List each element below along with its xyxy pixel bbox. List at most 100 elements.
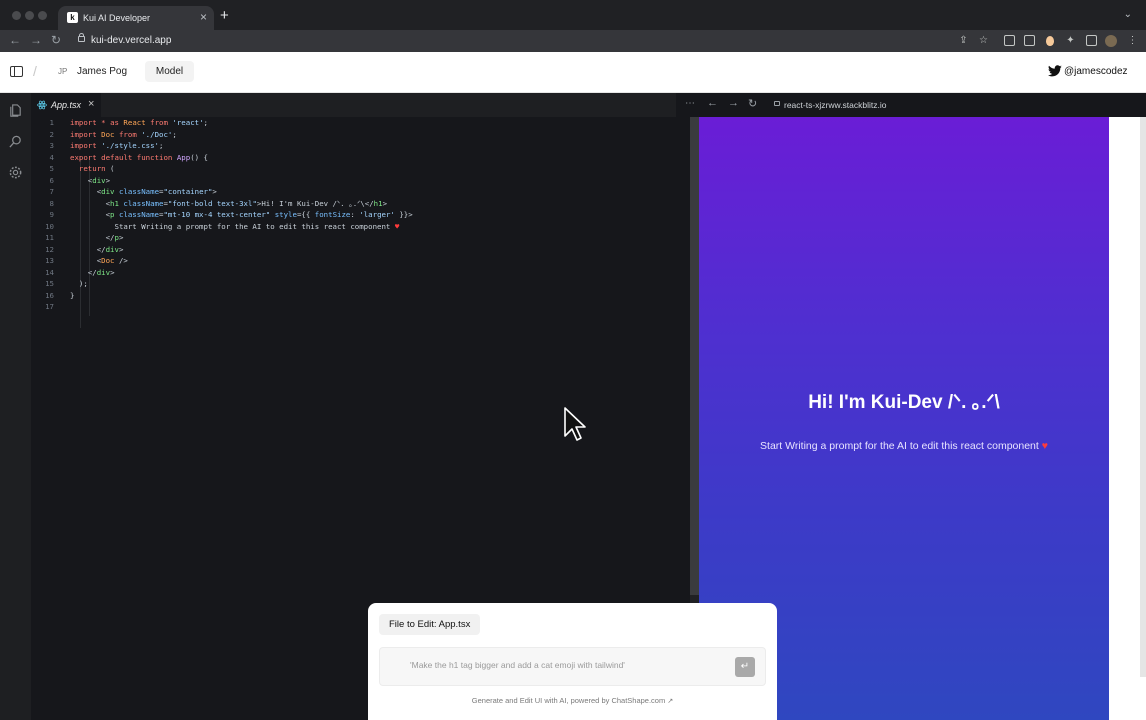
- code-line: 16}: [31, 290, 690, 302]
- chrome-menu-icon[interactable]: ⋮: [1127, 35, 1138, 46]
- external-link-icon: ↗: [667, 698, 674, 705]
- line-number: 12: [45, 244, 54, 254]
- preview-title: Hi! I'm Kui-Dev /ᐠ. ｡.ᐟ\: [808, 392, 1000, 413]
- reload-icon[interactable]: ↻: [51, 33, 61, 47]
- code-line: 9 <p className="mt-10 mx-4 text-center" …: [31, 209, 690, 221]
- tab-search-icon[interactable]: ⌄: [1124, 9, 1132, 20]
- code-line: 14 </div>: [31, 267, 690, 279]
- line-number: 3: [49, 141, 54, 150]
- profile-avatar[interactable]: [1105, 35, 1117, 47]
- tab-favicon-icon: k: [67, 12, 78, 23]
- line-number: 4: [49, 152, 54, 162]
- prompt-box: ↵: [379, 647, 766, 686]
- code-line: 8 <h1 className="font-bold text-3xl">Hi!…: [31, 198, 690, 210]
- close-window-icon[interactable]: [12, 11, 21, 20]
- line-number: 15: [45, 279, 54, 288]
- twitter-link[interactable]: @jamescodez: [1042, 62, 1132, 83]
- line-number: 8: [49, 198, 54, 208]
- twitter-icon: [1048, 65, 1062, 77]
- file-to-edit-chip[interactable]: File to Edit: App.tsx: [379, 614, 481, 635]
- user-avatar: JP: [58, 67, 68, 76]
- extension-egg-icon[interactable]: [1046, 36, 1054, 46]
- prompt-footer: Generate and Edit UI with AI, powered by…: [368, 696, 777, 705]
- preview-forward-icon[interactable]: →: [728, 97, 739, 109]
- preview-subtitle: Start Writing a prompt for the AI to edi…: [699, 440, 1109, 452]
- sidepanel-icon[interactable]: [1086, 35, 1097, 46]
- code-line: 17: [31, 301, 690, 313]
- address-bar[interactable]: kui-dev.vercel.app: [91, 35, 171, 46]
- activity-bar: [0, 93, 31, 720]
- twitter-handle: @jamescodez: [1064, 66, 1128, 77]
- line-number: 1: [49, 118, 54, 127]
- line-number: 13: [45, 256, 54, 265]
- line-number: 9: [49, 210, 54, 219]
- app-header: / JP James Pog Model @jamescodez: [0, 52, 1146, 93]
- line-number: 16: [45, 290, 54, 300]
- forward-icon[interactable]: →: [30, 33, 42, 47]
- share-icon[interactable]: ⇪: [958, 35, 969, 46]
- line-number: 5: [49, 164, 54, 173]
- close-editor-tab-icon[interactable]: ×: [88, 98, 94, 110]
- send-button[interactable]: ↵: [735, 657, 755, 677]
- code-line: 6 <div>: [31, 175, 690, 187]
- minimize-window-icon[interactable]: [25, 11, 34, 20]
- back-icon[interactable]: ←: [9, 33, 21, 47]
- files-icon[interactable]: [8, 103, 23, 118]
- code-line: 4 export default function App() {: [31, 152, 690, 164]
- editor-tab-label: App.tsx: [51, 100, 82, 110]
- line-number: 2: [49, 129, 54, 139]
- editor-tab-app-tsx[interactable]: App.tsx ×: [31, 93, 101, 117]
- extension-grid-icon[interactable]: [1024, 35, 1035, 46]
- line-number: 10: [45, 221, 54, 231]
- code-line: 3 import './style.css';: [31, 140, 690, 152]
- mouse-cursor-icon: [564, 407, 586, 441]
- line-number: 14: [45, 267, 54, 277]
- browser-toolbar: ← → ↻ kui-dev.vercel.app ⇪ ☆ ✦ ⋮: [0, 30, 1146, 52]
- editor-scrollbar[interactable]: [690, 117, 699, 595]
- code-line: 7 <div className="container">: [31, 186, 690, 198]
- code-line: 10 Start Writing a prompt for the AI to …: [31, 221, 690, 233]
- user-name[interactable]: James Pog: [77, 66, 127, 77]
- browser-window: k Kui AI Developer × + ⌄ ← → ↻ kui-dev.v…: [0, 0, 1146, 720]
- preview-scrollbar[interactable]: [1140, 117, 1146, 677]
- line-number: 7: [49, 187, 54, 196]
- line-number: 17: [45, 302, 54, 311]
- preview-reload-icon[interactable]: ↻: [748, 97, 757, 110]
- sidebar-toggle-icon[interactable]: [10, 66, 23, 77]
- lock-icon: [78, 33, 85, 42]
- code-line: 15 );: [31, 278, 690, 290]
- code-area[interactable]: 1 import * as React from 'react'; 2 import…: [31, 117, 690, 313]
- code-line: 5 return (: [31, 163, 690, 175]
- line-number: 6: [49, 175, 54, 185]
- preview-lock-icon: [774, 101, 780, 106]
- prompt-input[interactable]: [410, 660, 730, 670]
- code-line: 11 </p>: [31, 232, 690, 244]
- extensions-puzzle-icon[interactable]: ✦: [1065, 35, 1076, 46]
- preview-url[interactable]: react-ts-xjzrww.stackblitz.io: [784, 100, 887, 110]
- tab-title: Kui AI Developer: [83, 13, 151, 23]
- code-line: 13 <Doc />: [31, 255, 690, 267]
- editor-tab-bar: App.tsx ×: [31, 93, 690, 117]
- footer-text[interactable]: Generate and Edit UI with AI, powered by…: [472, 696, 665, 705]
- react-icon: [37, 100, 47, 110]
- close-tab-icon[interactable]: ×: [200, 10, 207, 24]
- prompt-panel: File to Edit: App.tsx ↵ Generate and Edi…: [368, 603, 777, 720]
- code-line: 1 import * as React from 'react';: [31, 117, 690, 129]
- preview-subtitle-text: Start Writing a prompt for the AI to edi…: [760, 440, 1039, 452]
- bookmark-star-icon[interactable]: ☆: [978, 35, 989, 46]
- search-icon[interactable]: [8, 134, 23, 149]
- new-tab-icon[interactable]: +: [220, 8, 229, 23]
- tab-strip: k Kui AI Developer × + ⌄: [0, 0, 1146, 30]
- preview-back-icon[interactable]: ←: [707, 97, 718, 109]
- code-line: 2 import Doc from './Doc';: [31, 129, 690, 141]
- maximize-window-icon[interactable]: [38, 11, 47, 20]
- settings-gear-icon[interactable]: [8, 165, 23, 180]
- heart-icon: ♥: [1041, 440, 1048, 452]
- browser-tab[interactable]: k Kui AI Developer ×: [58, 6, 214, 30]
- code-line: 12 </div>: [31, 244, 690, 256]
- preview-toolbar: ⋯ ← → ↻ react-ts-xjzrww.stackblitz.io: [676, 93, 1146, 117]
- line-number: 11: [45, 233, 54, 242]
- extension-screenshot-icon[interactable]: [1004, 35, 1015, 46]
- model-button[interactable]: Model: [145, 61, 194, 82]
- more-icon[interactable]: ⋯: [685, 98, 695, 109]
